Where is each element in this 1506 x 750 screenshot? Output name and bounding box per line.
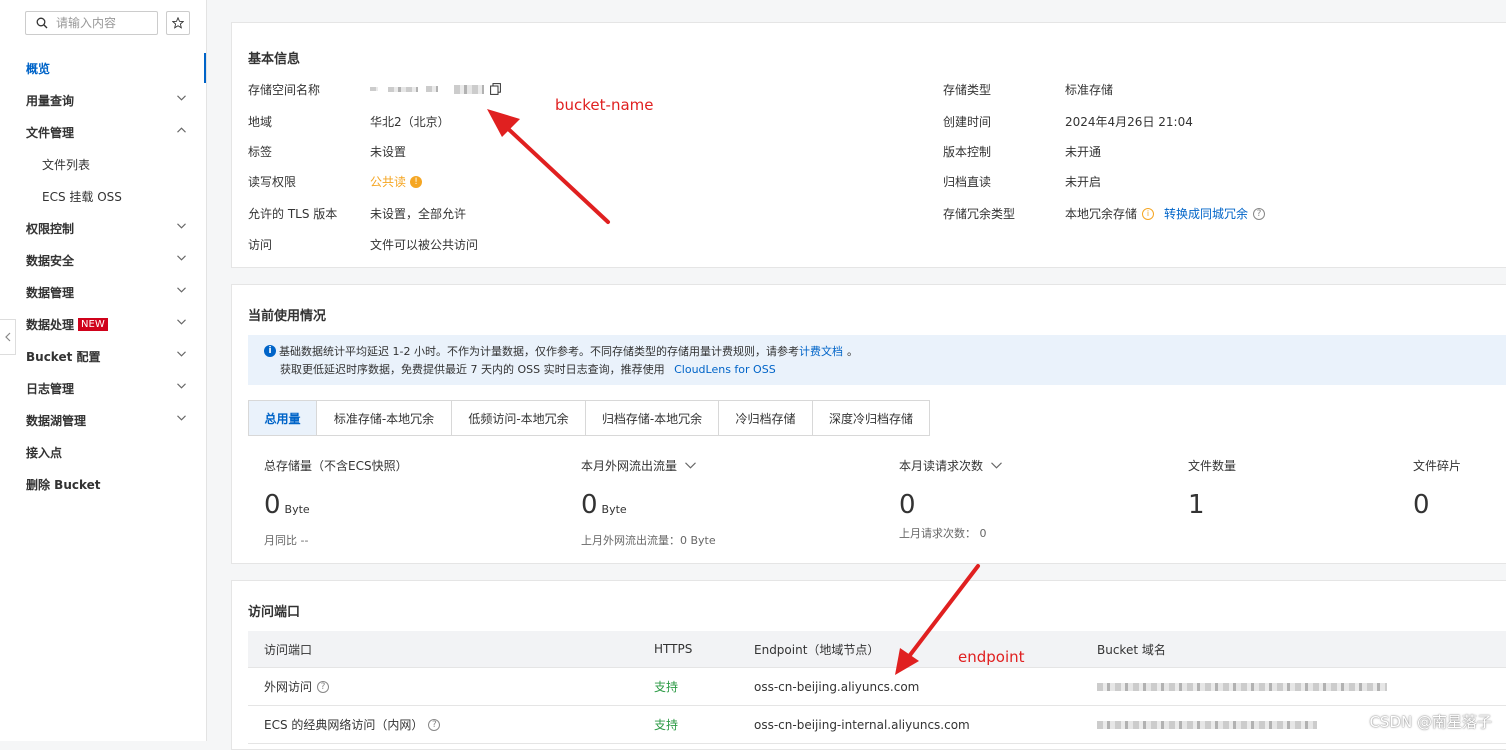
arrow-to-bucket-name <box>487 109 610 224</box>
watermark: CSDN @南星落子 <box>1369 713 1492 731</box>
annotation-arrows <box>487 109 980 675</box>
arrow-to-endpoint <box>895 564 980 675</box>
